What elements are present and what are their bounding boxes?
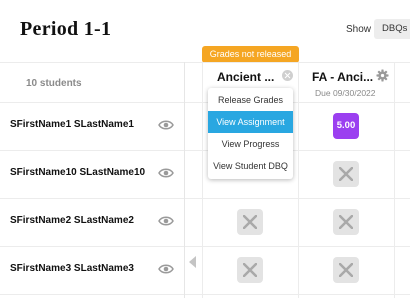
student-count: 10 students	[26, 78, 82, 89]
gear-icon[interactable]	[376, 69, 389, 82]
student-row: SFirstName1 SLastName1	[0, 102, 185, 150]
assignment-context-menu: Release Grades View Assignment View Prog…	[208, 88, 293, 179]
score-cell[interactable]	[333, 209, 359, 235]
assignment-title[interactable]: Ancient ...	[217, 70, 274, 84]
menu-item-view-progress[interactable]: View Progress	[208, 133, 293, 155]
x-icon	[243, 215, 257, 229]
collapse-arrow-icon[interactable]	[189, 256, 196, 268]
eye-icon[interactable]	[158, 167, 174, 179]
score-cell[interactable]	[333, 161, 359, 187]
student-name[interactable]: SFirstName1 SLastName1	[10, 119, 134, 130]
page-title: Period 1-1	[20, 18, 112, 40]
menu-item-view-assignment[interactable]: View Assignment	[208, 111, 293, 133]
score-cell[interactable]	[237, 257, 263, 283]
column-divider	[202, 62, 203, 298]
score-cell[interactable]	[333, 257, 359, 283]
x-icon	[339, 215, 353, 229]
show-select[interactable]: DBQs a	[374, 19, 410, 39]
student-row: SFirstName2 SLastName2	[0, 198, 185, 246]
column-divider	[298, 62, 299, 298]
student-row: SFirstName10 SLastName10	[0, 150, 185, 198]
student-name[interactable]: SFirstName10 SLastName10	[10, 167, 145, 178]
column-divider	[394, 62, 395, 298]
close-icon[interactable]	[282, 70, 293, 81]
student-name[interactable]: SFirstName2 SLastName2	[10, 215, 134, 226]
show-label: Show	[346, 24, 372, 35]
assignment-due-date: Due 09/30/2022	[315, 88, 376, 98]
grade-status-badge: Grades not released	[202, 46, 299, 63]
x-icon	[339, 263, 353, 277]
score-cell[interactable]: 5.00	[333, 113, 359, 139]
menu-item-view-student-dbq[interactable]: View Student DBQ	[208, 155, 293, 177]
x-icon	[339, 167, 353, 181]
eye-icon[interactable]	[158, 263, 174, 275]
student-row: SFirstName3 SLastName3	[0, 246, 185, 294]
eye-icon[interactable]	[158, 119, 174, 131]
assignment-title[interactable]: FA - Anci...	[312, 70, 373, 84]
student-name[interactable]: SFirstName3 SLastName3	[10, 263, 134, 274]
menu-item-release-grades[interactable]: Release Grades	[208, 89, 293, 111]
x-icon	[243, 263, 257, 277]
score-cell[interactable]	[237, 209, 263, 235]
eye-icon[interactable]	[158, 215, 174, 227]
